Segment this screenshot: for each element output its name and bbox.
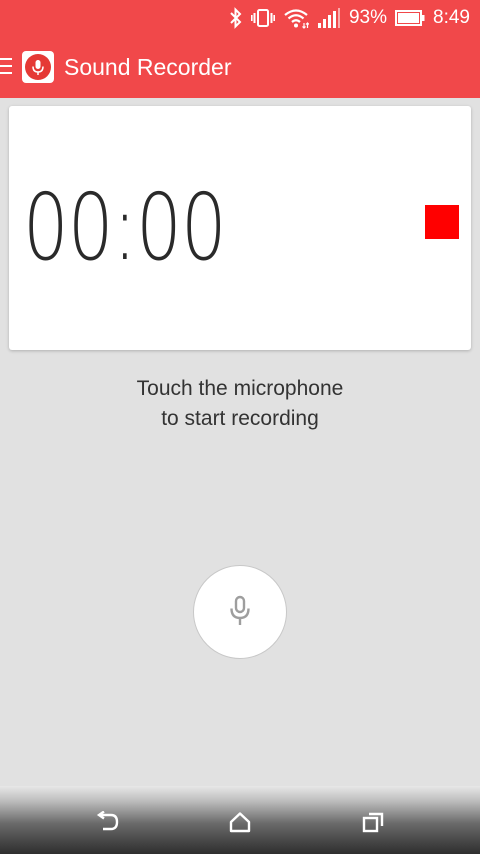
back-icon[interactable] xyxy=(87,804,127,840)
hint-line-1: Touch the microphone xyxy=(136,377,344,400)
sound-recorder-screen: 93% 8:49 Sound Recorder 00:00 Touch the … xyxy=(0,0,480,854)
recent-apps-icon[interactable] xyxy=(353,804,393,840)
status-time: 8:49 xyxy=(433,7,470,28)
battery-percent: 93% xyxy=(348,7,388,28)
record-button[interactable] xyxy=(193,565,287,659)
navigation-bar xyxy=(0,786,480,854)
bluetooth-icon xyxy=(229,7,243,29)
status-icons: 93% 8:49 xyxy=(229,0,470,36)
vibrate-icon xyxy=(250,7,275,29)
sound-recorder-logo-icon[interactable] xyxy=(22,51,54,83)
app-title: Sound Recorder xyxy=(64,54,232,80)
status-bar: 93% 8:49 xyxy=(0,0,480,36)
wifi-icon xyxy=(283,7,309,29)
stop-button[interactable] xyxy=(425,205,459,239)
signal-icon xyxy=(317,7,341,29)
menu-icon[interactable] xyxy=(0,56,12,76)
home-icon[interactable] xyxy=(220,804,260,840)
recording-timer: 00:00 xyxy=(23,174,227,281)
battery-icon xyxy=(395,10,425,26)
hint-line-2: to start recording xyxy=(161,407,319,430)
app-bar: Sound Recorder xyxy=(0,36,480,98)
timer-card: 00:00 xyxy=(9,106,471,350)
microphone-icon xyxy=(227,594,253,631)
recording-hint: Touch the microphone to start recording xyxy=(0,374,480,434)
